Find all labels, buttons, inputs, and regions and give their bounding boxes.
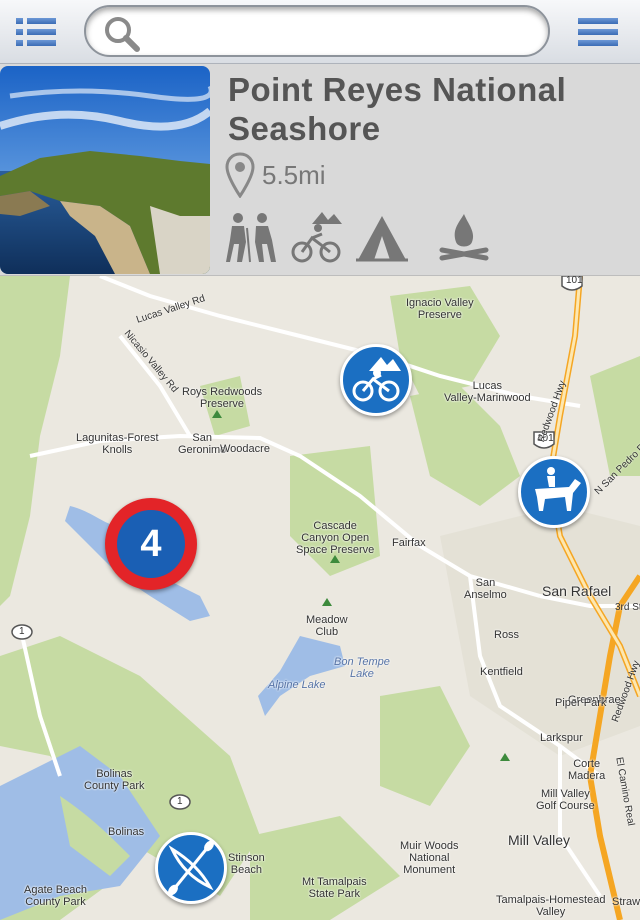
- biking-icon: [352, 357, 401, 402]
- camping-icon: [356, 216, 408, 262]
- map-place-label: Mt Tamalpais State Park: [302, 876, 367, 900]
- search-bar[interactable]: [84, 5, 550, 57]
- map-place-label: Mill Valley Golf Course: [536, 788, 595, 812]
- list-view-button[interactable]: [14, 14, 58, 50]
- menu-icon: [578, 18, 618, 46]
- map-place-label: Ignacio Valley Preserve: [406, 297, 474, 321]
- kayak-marker[interactable]: [155, 832, 227, 904]
- place-title[interactable]: Point Reyes National Seashore: [228, 70, 628, 148]
- biking-marker[interactable]: [340, 344, 412, 416]
- search-input[interactable]: [144, 17, 538, 47]
- search-icon: [105, 17, 140, 52]
- cluster-marker[interactable]: 4: [105, 498, 197, 590]
- map-place-label: Fairfax: [392, 537, 426, 549]
- horseback-marker[interactable]: [518, 456, 590, 528]
- map-place-label: Bolinas: [108, 826, 145, 838]
- map-water-label: Bon Tempe Lake: [334, 656, 390, 680]
- list-icon: [16, 18, 56, 46]
- map-place-label: Bolinas County Park: [84, 768, 145, 792]
- hiking-icon: [226, 213, 276, 263]
- map-place-label: Roys Redwoods Preserve: [182, 386, 263, 410]
- place-distance: 5.5mi: [262, 160, 326, 190]
- map-place-label: Corte Madera: [568, 758, 606, 782]
- place-info-panel[interactable]: Point Reyes National Seashore 5.5mi: [0, 64, 640, 276]
- map-road-label: 3rd St: [615, 602, 640, 613]
- map-place-label: Woodacre: [220, 443, 270, 455]
- route-101-shield: 101: [566, 276, 583, 286]
- map-place-label: Muir Woods National Monument: [400, 840, 459, 876]
- map-place-label: Agate Beach County Park: [24, 884, 87, 908]
- map-water-label: Alpine Lake: [268, 679, 326, 691]
- campfire-icon: [439, 214, 489, 261]
- map-place-label: Kentfield: [480, 666, 523, 678]
- map-place-label: Lucas Valley-Marinwood: [444, 380, 531, 404]
- map-place-label: Piper Park: [555, 697, 607, 709]
- map-place-label: San Anselmo: [464, 577, 507, 601]
- place-photo[interactable]: [0, 66, 210, 274]
- location-pin-icon: [225, 152, 255, 198]
- map-place-label: Ross: [494, 629, 520, 641]
- map-place-label: Meadow Club: [306, 614, 348, 638]
- map-place-label: Tamalpais-Homestead Valley: [496, 894, 606, 918]
- top-toolbar: [0, 0, 640, 64]
- horse-riding-icon: [535, 467, 581, 511]
- map-place-label: Straw: [612, 896, 640, 908]
- map-place-label: San Rafael: [542, 583, 612, 599]
- map-place-label: Larkspur: [540, 732, 583, 744]
- cluster-count: 4: [140, 522, 162, 565]
- route-1-shield: 1: [19, 626, 25, 637]
- menu-button[interactable]: [576, 14, 620, 50]
- map-place-label: Cascade Canyon Open Space Preserve: [296, 520, 375, 556]
- kayak-icon: [168, 840, 214, 896]
- biking-icon: [291, 212, 342, 263]
- map-view[interactable]: 101 101 1 1 Lucas Valley Rd Nicasio Vall…: [0, 276, 640, 920]
- map-place-label: Lagunitas-Forest Knolls: [76, 432, 159, 456]
- map-place-label: Stinson Beach: [228, 852, 265, 876]
- map-place-label: Mill Valley: [508, 832, 570, 848]
- route-1-shield: 1: [177, 796, 183, 807]
